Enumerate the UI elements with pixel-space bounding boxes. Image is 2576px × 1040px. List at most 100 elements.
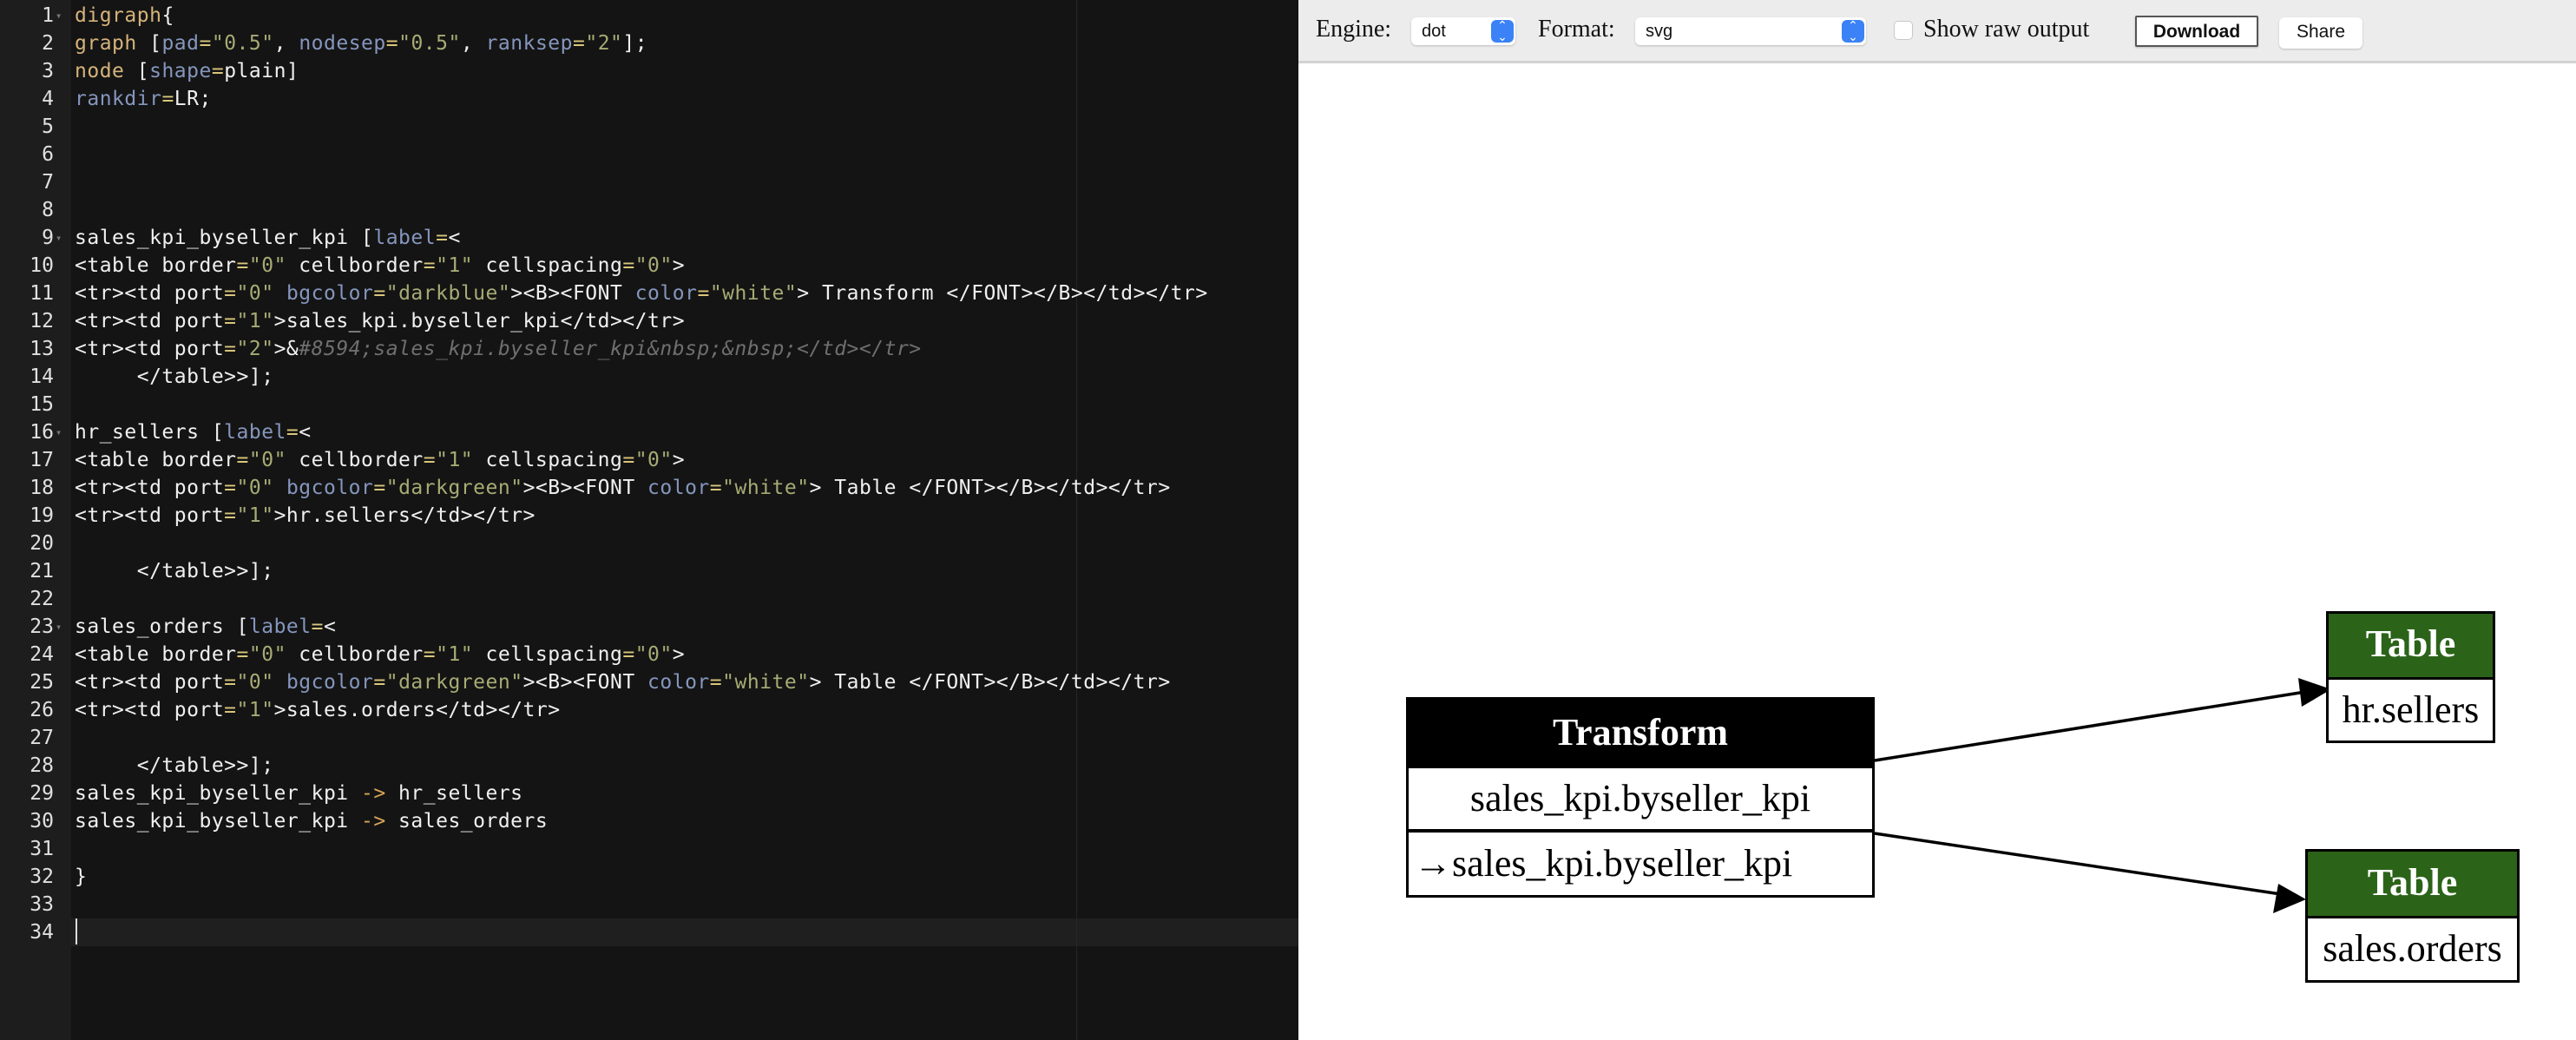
- code-line[interactable]: <tr><td port="2">&#8594;sales_kpi.bysell…: [75, 335, 922, 363]
- code-token: =: [373, 282, 386, 305]
- line-number: 8: [42, 199, 54, 221]
- code-line[interactable]: hr_sellers [label=<: [75, 418, 312, 446]
- code-line[interactable]: <table border="0" cellborder="1" cellspa…: [75, 641, 685, 668]
- code-token: "1": [236, 310, 274, 332]
- code-token: sales_orders: [385, 810, 549, 833]
- code-editor[interactable]: 1 ▾ 2 3 4 5 6 7 8 9 ▾ 10 11 12 13 14 15 16 ▾ 17 18 19 20 21 22 23…: [0, 0, 1298, 1040]
- code-line[interactable]: }: [75, 863, 87, 891]
- line-number: 34: [30, 921, 54, 944]
- code-token: pad: [161, 32, 200, 55]
- code-token: ranksep: [485, 32, 573, 55]
- code-token: "0.5": [398, 32, 461, 55]
- code-line[interactable]: </table>>];: [75, 363, 274, 391]
- code-token: =: [423, 449, 437, 471]
- code-token: ,: [460, 32, 486, 55]
- code-token: <tr><td port: [75, 699, 225, 721]
- code-line[interactable]: graph [pad="0.5", nodesep="0.5", ranksep…: [75, 30, 647, 57]
- code-token: =: [224, 504, 237, 527]
- code-token: >: [672, 449, 686, 471]
- code-token: =: [236, 254, 249, 277]
- code-line[interactable]: sales_kpi_byseller_kpi -> sales_orders: [75, 807, 548, 835]
- code-token: bgcolor: [286, 477, 374, 499]
- print-margin: [1076, 0, 1077, 1040]
- code-token: "0": [236, 671, 274, 694]
- line-number: 18: [30, 477, 54, 499]
- code-token: "darkgreen": [385, 671, 523, 694]
- share-button[interactable]: Share: [2279, 17, 2362, 49]
- code-line[interactable]: <tr><td port="0" bgcolor="darkgreen"><B>…: [75, 668, 1171, 696]
- code-token: =: [709, 671, 723, 694]
- code-token: <: [299, 421, 312, 444]
- code-line[interactable]: node [shape=plain]: [75, 57, 299, 85]
- code-token: "0": [634, 254, 673, 277]
- line-number: 10: [30, 254, 54, 277]
- code-token: </table>>];: [75, 560, 274, 583]
- select-chevron-icon: ⌃ ⌄: [1842, 19, 1864, 43]
- code-line[interactable]: rankdir=LR;: [75, 85, 212, 113]
- code-token: =: [709, 477, 723, 499]
- download-button[interactable]: Download: [2135, 16, 2258, 47]
- line-number: 31: [30, 838, 54, 860]
- code-token: =: [224, 477, 237, 499]
- code-token: "white": [709, 282, 798, 305]
- code-token: digraph: [75, 4, 162, 27]
- show-raw-output-label[interactable]: Show raw output: [1923, 16, 2089, 43]
- node-transform[interactable]: Transform sales_kpi.byseller_kpi →sales_…: [1406, 697, 1875, 898]
- code-token: >&: [273, 338, 299, 360]
- code-token: rankdir: [75, 88, 162, 110]
- code-line[interactable]: sales_kpi_byseller_kpi -> hr_sellers: [75, 780, 523, 807]
- code-line[interactable]: digraph{: [75, 2, 174, 30]
- code-line[interactable]: <tr><td port="1">hr.sellers</td></tr>: [75, 502, 536, 530]
- code-token: ><B><FONT: [522, 671, 648, 694]
- engine-select[interactable]: dot ⌃ ⌄: [1411, 17, 1515, 45]
- code-token: <table border: [75, 449, 237, 471]
- node-sales-orders[interactable]: Table sales.orders: [2305, 849, 2520, 983]
- code-token: "1": [236, 699, 274, 721]
- code-line[interactable]: <tr><td port="1">sales_kpi.byseller_kpi<…: [75, 307, 685, 335]
- code-token: "1": [436, 643, 474, 666]
- code-token: hr_sellers: [385, 782, 523, 805]
- show-raw-output-checkbox[interactable]: [1894, 21, 1913, 40]
- code-token: =: [199, 32, 212, 55]
- edge-to-hr-sellers: [1874, 690, 2306, 762]
- code-line[interactable]: </table>>];: [75, 752, 274, 780]
- code-token: <table border: [75, 254, 237, 277]
- code-token: =: [224, 282, 237, 305]
- code-token: > Table </FONT></B></td></tr>: [809, 671, 1171, 694]
- node-row: sales.orders: [2308, 916, 2517, 980]
- line-number: 14: [30, 365, 54, 388]
- code-token: "0": [248, 643, 286, 666]
- code-line[interactable]: <tr><td port="0" bgcolor="darkgreen"><B>…: [75, 474, 1171, 502]
- node-row: sales_kpi.byseller_kpi: [1409, 766, 1872, 829]
- fold-toggle-icon[interactable]: ▾: [56, 613, 62, 641]
- code-token: =: [373, 671, 386, 694]
- line-number: 11: [30, 282, 54, 305]
- format-label: Format:: [1538, 16, 1615, 43]
- fold-toggle-icon[interactable]: ▾: [56, 224, 62, 252]
- format-select[interactable]: svg ⌃ ⌄: [1635, 17, 1866, 45]
- fold-toggle-icon[interactable]: ▾: [56, 418, 62, 446]
- engine-label: Engine:: [1316, 16, 1392, 43]
- code-token: "white": [722, 671, 810, 694]
- code-token: =: [211, 60, 225, 82]
- code-token: =: [224, 338, 237, 360]
- code-line[interactable]: <tr><td port="0" bgcolor="darkblue"><B><…: [75, 280, 1208, 307]
- code-token: ><B><FONT: [510, 282, 635, 305]
- code-line[interactable]: </table>>];: [75, 557, 274, 585]
- node-header: Transform: [1409, 700, 1872, 766]
- line-number: 24: [30, 643, 54, 666]
- line-number: 29: [30, 782, 54, 805]
- code-token: =: [236, 449, 249, 471]
- code-line[interactable]: <table border="0" cellborder="1" cellspa…: [75, 252, 685, 280]
- fold-toggle-icon[interactable]: ▾: [56, 2, 62, 30]
- code-line[interactable]: sales_kpi_byseller_kpi [label=<: [75, 224, 461, 252]
- code-line[interactable]: <table border="0" cellborder="1" cellspa…: [75, 446, 685, 474]
- code-line[interactable]: <tr><td port="1">sales.orders</td></tr>: [75, 696, 561, 724]
- code-token: [: [136, 32, 162, 55]
- code-token: sales_orders [: [75, 615, 249, 638]
- code-token: >: [672, 254, 686, 277]
- code-token: =: [286, 421, 299, 444]
- code-line[interactable]: sales_orders [label=<: [75, 613, 336, 641]
- node-hr-sellers[interactable]: Table hr.sellers: [2326, 611, 2495, 743]
- code-token: "0": [634, 643, 673, 666]
